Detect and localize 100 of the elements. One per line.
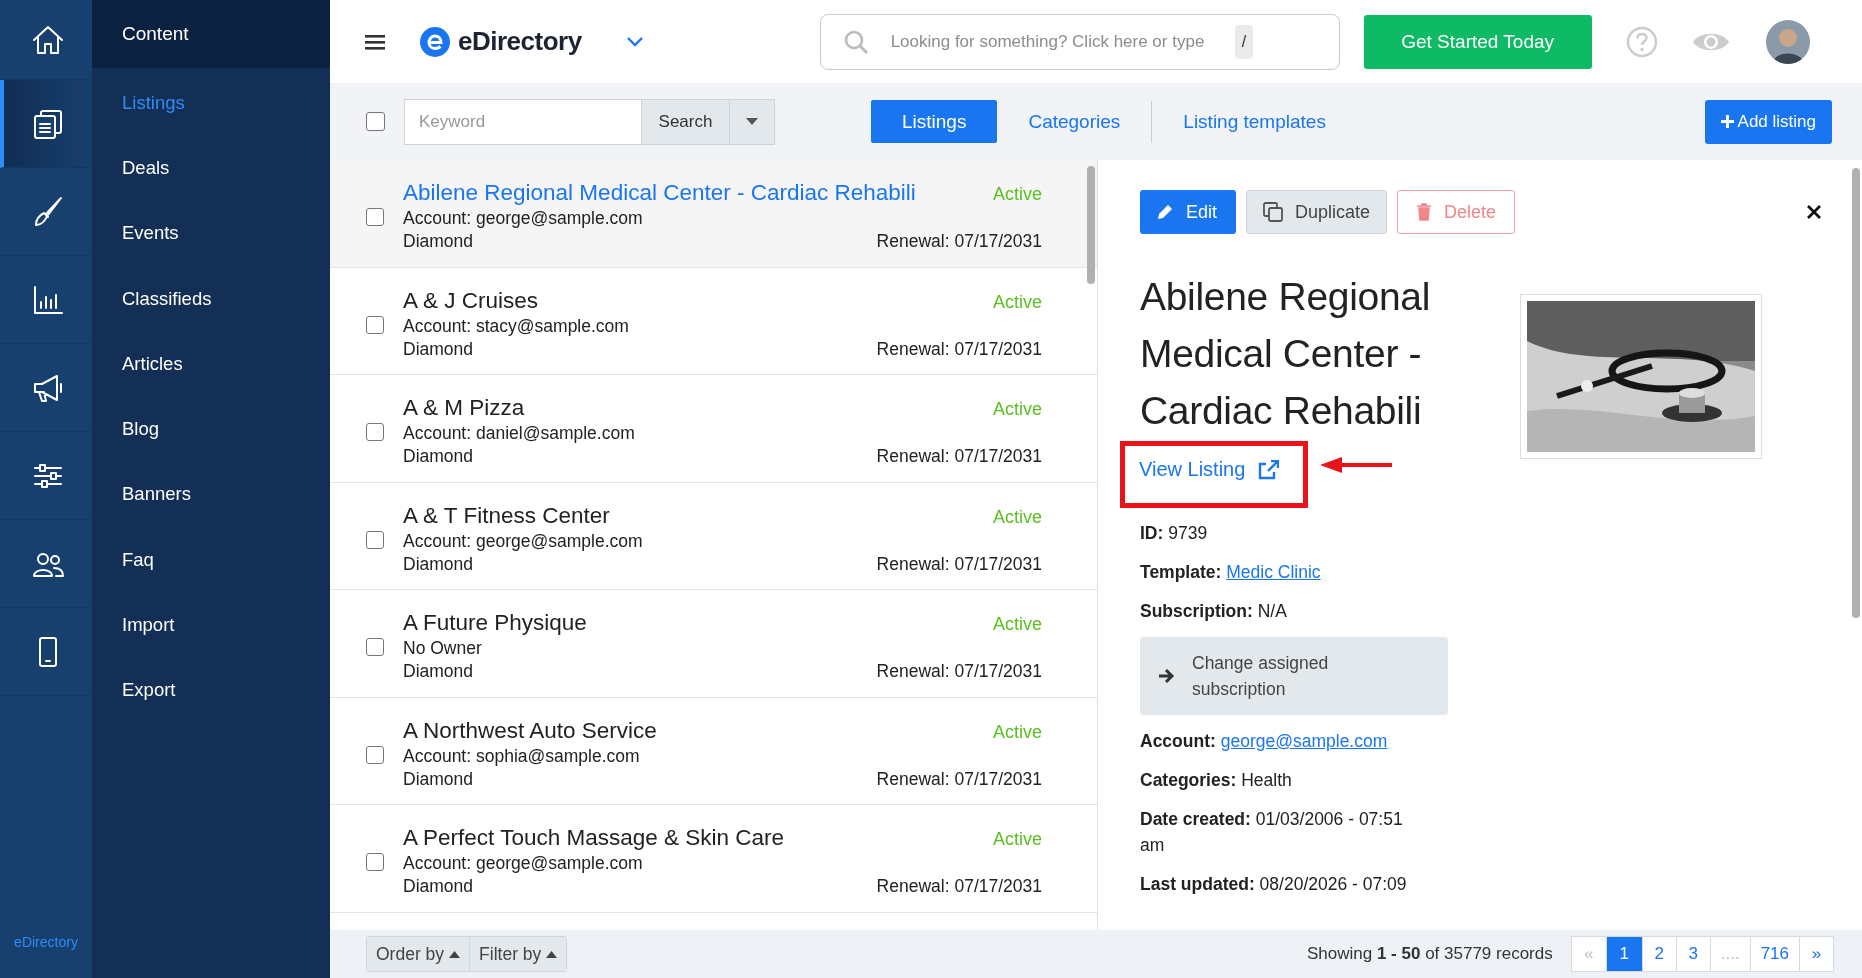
chevron-icon[interactable] <box>625 35 644 48</box>
shortcut-key: / <box>1234 24 1254 59</box>
status-label: Active <box>992 721 1042 743</box>
submenu-item[interactable]: Deals <box>92 135 330 201</box>
submenu-item[interactable]: Blog <box>92 396 330 462</box>
level-text: Diamond <box>403 661 474 683</box>
section-title: Content <box>92 0 330 68</box>
account-text: Account: daniel@sample.com <box>403 423 636 445</box>
account-text: Account: george@sample.com <box>403 853 644 875</box>
detail-field: Template: Medic Clinic <box>1140 559 1430 585</box>
page-button[interactable]: 3 <box>1675 937 1710 971</box>
detail-field: ID: 9739 <box>1140 520 1430 546</box>
submenu-item[interactable]: Articles <box>92 331 330 397</box>
account-text: Account: george@sample.com <box>403 530 644 552</box>
listing-title: A & J Cruises <box>403 287 539 314</box>
caret-icon <box>746 118 758 125</box>
submenu-item[interactable]: Classifieds <box>92 265 330 332</box>
renewal-date: Renewal: 07/17/2031 <box>876 876 1042 898</box>
filter-by-button[interactable]: Filter by <box>469 937 567 971</box>
page-button[interactable]: 1 <box>1605 937 1642 971</box>
detail-field: Categories: Health <box>1140 767 1430 793</box>
submenu-item[interactable]: Banners <box>92 461 330 528</box>
row-checkbox[interactable] <box>366 853 384 872</box>
submenu-item[interactable]: Events <box>92 200 330 266</box>
keyword-field[interactable]: Keyword <box>404 98 642 145</box>
submenu-item[interactable]: Import <box>92 592 330 658</box>
close-icon[interactable] <box>1806 204 1822 220</box>
listing-title: A & T Fitness Center <box>403 502 610 529</box>
listing-title: A Northwest Auto Service <box>403 717 657 744</box>
detail-field: Date created: 01/03/2006 - 07:51 am <box>1140 806 1430 858</box>
status-label: Active <box>992 184 1042 206</box>
status-label: Active <box>992 829 1042 851</box>
renewal-date: Renewal: 07/17/2031 <box>876 446 1042 468</box>
tab[interactable]: Listing templates <box>1152 100 1357 143</box>
page-button[interactable]: 2 <box>1641 937 1676 971</box>
field-link[interactable]: george@sample.com <box>1220 731 1388 751</box>
select-all-checkbox[interactable] <box>366 112 385 131</box>
status-label: Active <box>992 506 1042 528</box>
listing-title: A Perfect Touch Massage & Skin Care <box>403 825 785 852</box>
listing-title: A & M Pizza <box>403 395 525 422</box>
tab[interactable]: Listings <box>871 100 998 143</box>
field-link[interactable]: Medic Clinic <box>1226 562 1321 582</box>
caret-icon <box>449 950 461 958</box>
plus-icon <box>1720 115 1734 128</box>
listing-heading: Abilene Regional Medical Center - Cardiac Rehabili <box>1140 274 1432 434</box>
renewal-date: Renewal: 07/17/2031 <box>876 661 1042 683</box>
logo-icon <box>420 26 450 57</box>
row-checkbox[interactable] <box>366 530 384 549</box>
status-label: Active <box>992 614 1042 636</box>
listing-title: Abilene Regional Medical Center - Cardiac Rehabili <box>403 180 916 207</box>
row-checkbox[interactable] <box>366 208 384 227</box>
duplicate-button[interactable]: Duplicate <box>1246 190 1388 234</box>
pencil-icon <box>1156 203 1174 221</box>
page-button[interactable]: 716 <box>1749 937 1799 971</box>
renewal-date: Renewal: 07/17/2031 <box>876 231 1042 253</box>
submenu-item[interactable]: Faq <box>92 527 330 593</box>
tab[interactable]: Categories <box>997 100 1152 143</box>
external-link-icon <box>1257 459 1280 480</box>
search-icon <box>842 28 869 55</box>
submenu-item[interactable]: Export <box>92 657 330 723</box>
status-label: Active <box>992 291 1042 313</box>
account-text: Account: sophia@sample.com <box>403 745 641 767</box>
brand-name[interactable]: eDirectory <box>458 26 582 57</box>
renewal-date: Renewal: 07/17/2031 <box>876 768 1042 790</box>
row-checkbox[interactable] <box>366 638 384 657</box>
account-text: No Owner <box>403 638 483 660</box>
scrollbar[interactable] <box>1087 166 1095 284</box>
level-text: Diamond <box>403 553 474 575</box>
level-text: Diamond <box>403 446 474 468</box>
level-text: Diamond <box>403 338 474 360</box>
level-text: Diamond <box>403 768 474 790</box>
arrow-right-icon <box>1158 668 1176 684</box>
status-label: Active <box>992 399 1042 421</box>
level-text: Diamond <box>403 231 474 253</box>
change-subscription-button[interactable]: Change assigned subscription <box>1140 637 1448 715</box>
listing-row[interactable]: Abilene Regional Medical Center - Cardiac Rehabili Active Account: george@sample.com Diamond Renewal: 07/17/2031 <box>330 160 1097 268</box>
add-listing-button[interactable]: Add listing <box>1704 99 1832 144</box>
detail-field: Account: george@sample.com <box>1140 728 1430 754</box>
rail-item[interactable] <box>0 80 92 168</box>
edit-button[interactable]: Edit <box>1140 190 1236 234</box>
account-text: Account: stacy@sample.com <box>403 315 630 337</box>
submenu-item[interactable]: Listings <box>92 70 330 136</box>
row-checkbox[interactable] <box>366 423 384 442</box>
menu-icon[interactable] <box>365 33 385 50</box>
page-button[interactable]: » <box>1799 937 1833 971</box>
listing-title: A Future Physique <box>403 610 587 637</box>
level-text: Diamond <box>403 876 474 898</box>
scrollbar[interactable] <box>1852 168 1860 618</box>
trash-icon <box>1416 203 1433 221</box>
row-checkbox[interactable] <box>366 745 384 764</box>
view-listing-link[interactable]: View Listing <box>1139 458 1280 481</box>
row-checkbox[interactable] <box>366 315 384 334</box>
order-by-button[interactable]: Order by <box>367 937 470 971</box>
caret-icon <box>546 950 558 958</box>
account-text: Account: george@sample.com <box>403 208 644 230</box>
search-button[interactable]: Search <box>642 98 730 145</box>
detail-field: Subscription: N/A <box>1140 598 1430 624</box>
detail-field: Last updated: 08/20/2026 - 07:09 <box>1140 871 1430 897</box>
renewal-date: Renewal: 07/17/2031 <box>876 338 1042 360</box>
renewal-date: Renewal: 07/17/2031 <box>876 553 1042 575</box>
